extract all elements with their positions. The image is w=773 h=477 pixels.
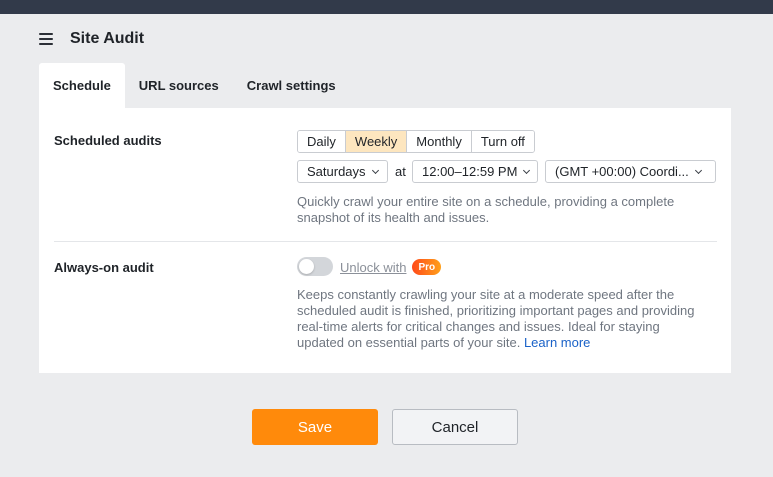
schedule-panel: Scheduled audits Daily Weekly Monthly Tu… (39, 108, 731, 373)
frequency-turn-off-option[interactable]: Turn off (471, 131, 534, 152)
description-line: Keeps constantly crawling your site at a… (297, 287, 675, 302)
frequency-daily-option[interactable]: Daily (298, 131, 346, 152)
cancel-button[interactable]: Cancel (392, 409, 518, 445)
frequency-selector: Daily Weekly Monthly Turn off (297, 130, 535, 153)
time-dropdown-value: 12:00–12:59 PM (422, 164, 518, 179)
tab-crawl-settings[interactable]: Crawl settings (233, 63, 350, 108)
page-title: Site Audit (70, 30, 145, 47)
divider (54, 241, 717, 242)
chevron-down-icon (371, 166, 379, 174)
tab-url-sources[interactable]: URL sources (125, 63, 233, 108)
frequency-monthly-option[interactable]: Monthly (407, 131, 472, 152)
pro-badge: Pro (412, 259, 442, 275)
chevron-down-icon (694, 166, 702, 174)
top-bar (0, 0, 773, 14)
tab-schedule[interactable]: Schedule (39, 63, 125, 108)
description-line: updated on essential parts of your site. (297, 335, 521, 350)
description-line: scheduled audit is finished, prioritizin… (297, 303, 695, 318)
unlock-with-pro: Unlock with Pro (340, 259, 442, 275)
scheduled-audits-label: Scheduled audits (54, 133, 162, 148)
always-on-audit-label: Always-on audit (54, 260, 154, 275)
description-line: Quickly crawl your entire site on a sche… (297, 194, 675, 209)
timezone-dropdown[interactable]: (GMT +00:00) Coordi... (545, 160, 716, 183)
description-line: snapshot of its health and issues. (297, 210, 490, 225)
day-dropdown[interactable]: Saturdays (297, 160, 388, 183)
scheduled-audits-description: Quickly crawl your entire site on a sche… (297, 194, 674, 226)
description-line-with-link: updated on essential parts of your site.… (297, 335, 694, 351)
hamburger-menu-icon[interactable] (39, 33, 53, 45)
frequency-weekly-option[interactable]: Weekly (345, 131, 408, 152)
unlock-with-link[interactable]: Unlock with (340, 260, 406, 275)
save-button[interactable]: Save (252, 409, 378, 445)
time-dropdown[interactable]: 12:00–12:59 PM (412, 160, 538, 183)
tab-bar: Schedule URL sources Crawl settings (39, 63, 350, 108)
learn-more-link[interactable]: Learn more (524, 335, 590, 350)
at-label: at (395, 164, 406, 179)
timezone-dropdown-value: (GMT +00:00) Coordi... (555, 164, 689, 179)
always-on-description: Keeps constantly crawling your site at a… (297, 287, 694, 351)
day-dropdown-value: Saturdays (307, 164, 366, 179)
always-on-toggle[interactable] (297, 257, 333, 276)
description-line: real-time alerts for critical changes an… (297, 319, 660, 334)
chevron-down-icon (523, 166, 531, 174)
toggle-knob (299, 259, 314, 274)
page-header: Site Audit (39, 28, 144, 50)
